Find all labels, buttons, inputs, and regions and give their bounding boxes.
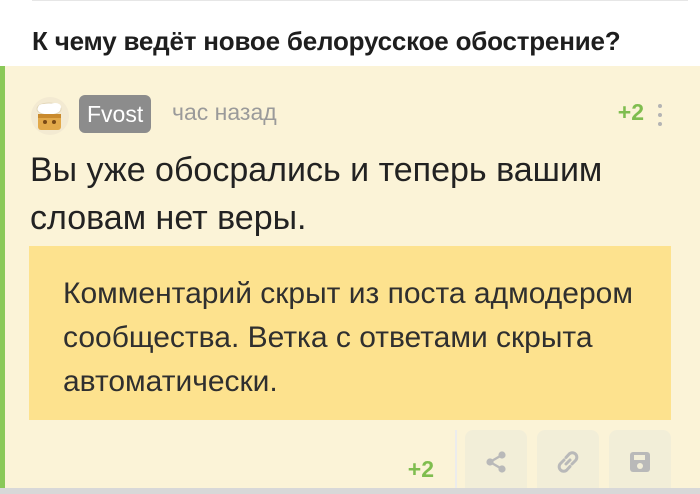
comment: Fvost час назад +2 Вы уже обосрались и т… <box>0 66 700 494</box>
more-options-icon[interactable] <box>657 104 663 126</box>
avatar[interactable] <box>30 96 70 136</box>
comment-rating: +2 <box>617 99 644 125</box>
comment-timestamp[interactable]: час назад <box>172 99 277 126</box>
save-button[interactable] <box>609 430 671 494</box>
link-icon <box>557 451 579 473</box>
save-icon <box>630 452 650 472</box>
share-icon <box>486 451 506 473</box>
footer-rating[interactable]: +2 <box>408 456 434 483</box>
footer-divider <box>455 430 457 494</box>
hidden-comment-notice: Комментарий скрыт из поста адмодером соо… <box>29 246 671 420</box>
copy-link-button[interactable] <box>537 430 599 494</box>
share-button[interactable] <box>465 430 527 494</box>
comment-text: Вы уже обосрались и теперь вашим словам … <box>30 151 603 237</box>
post-title[interactable]: К чему ведёт новое белорусское обострени… <box>32 26 621 57</box>
top-divider <box>32 0 688 1</box>
avatar-image <box>31 97 69 135</box>
comment-footer: +2 <box>0 430 700 494</box>
author-badge[interactable]: Fvost <box>79 95 152 133</box>
bottom-edge <box>0 488 700 494</box>
